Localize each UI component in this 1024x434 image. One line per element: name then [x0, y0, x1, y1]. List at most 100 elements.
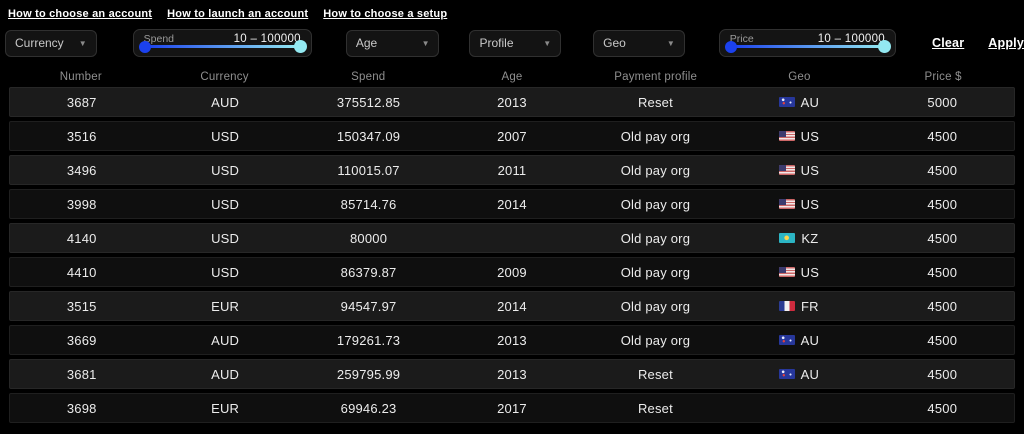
profile-dropdown-label: Profile [479, 36, 513, 50]
link-how-to-launch-account[interactable]: How to launch an account [167, 8, 308, 20]
geo-dropdown[interactable]: Geo ▼ [593, 30, 685, 57]
cell-number: 4140 [10, 231, 153, 246]
cell-payment-profile: Old pay org [584, 231, 727, 246]
price-slider-track[interactable] [732, 45, 883, 48]
cell-price: 4500 [871, 265, 1014, 280]
cell-price: 4500 [871, 367, 1014, 382]
cell-geo: AU [727, 333, 870, 348]
column-header: Spend [296, 71, 440, 83]
cell-geo: AU [727, 367, 870, 382]
geo-dropdown-label: Geo [603, 36, 626, 50]
cell-price: 4500 [871, 163, 1014, 178]
apply-filters-button[interactable]: Apply [988, 36, 1024, 50]
cell-age: 2007 [440, 129, 583, 144]
accounts-page: How to choose an account How to launch a… [0, 0, 1024, 434]
cell-geo: AU [727, 95, 870, 110]
spend-slider-range-value: 10 – 100000 [234, 33, 301, 45]
table-row[interactable]: 3681 AUD 259795.99 2013 Reset AU 4500 [9, 359, 1015, 389]
cell-payment-profile: Reset [584, 367, 727, 382]
cell-currency: USD [153, 163, 296, 178]
cell-currency: AUD [153, 95, 296, 110]
column-header: Price $ [871, 71, 1015, 83]
cell-price: 4500 [871, 299, 1014, 314]
clear-filters-button[interactable]: Clear [932, 36, 964, 50]
cell-spend: 86379.87 [297, 265, 440, 280]
cell-currency: EUR [153, 401, 296, 416]
cell-price: 5000 [871, 95, 1014, 110]
geo-code: AU [801, 367, 819, 382]
cell-spend: 179261.73 [297, 333, 440, 348]
geo-code: KZ [801, 231, 818, 246]
column-header: Currency [153, 71, 297, 83]
table-row[interactable]: 4410 USD 86379.87 2009 Old pay org US 45… [9, 257, 1015, 287]
cell-payment-profile: Reset [584, 401, 727, 416]
cell-currency: USD [153, 129, 296, 144]
cell-spend: 85714.76 [297, 197, 440, 212]
cell-number: 3687 [10, 95, 153, 110]
cell-payment-profile: Old pay org [584, 129, 727, 144]
cell-payment-profile: Old pay org [584, 163, 727, 178]
geo-code: US [801, 163, 819, 178]
table-row[interactable]: 3515 EUR 94547.97 2014 Old pay org FR 45… [9, 291, 1015, 321]
cell-age: 2011 [440, 163, 583, 178]
link-how-to-choose-setup[interactable]: How to choose a setup [323, 8, 447, 20]
country-flag-icon [779, 97, 795, 107]
cell-age: 2013 [440, 333, 583, 348]
cell-number: 3698 [10, 401, 153, 416]
cell-spend: 150347.09 [297, 129, 440, 144]
cell-payment-profile: Old pay org [584, 197, 727, 212]
filter-bar: Currency ▼ Spend 10 – 100000 Age ▼ Profi… [0, 29, 1024, 57]
column-header: Age [440, 71, 584, 83]
price-slider-max-handle[interactable] [878, 40, 891, 53]
cell-geo: FR [727, 299, 870, 314]
cell-geo: US [727, 163, 870, 178]
country-flag-icon [779, 199, 795, 209]
geo-code: AU [801, 333, 819, 348]
age-dropdown[interactable]: Age ▼ [346, 30, 440, 57]
cell-currency: USD [153, 231, 296, 246]
column-header: Number [9, 71, 153, 83]
cell-payment-profile: Old pay org [584, 333, 727, 348]
table-row[interactable]: 3496 USD 110015.07 2011 Old pay org US 4… [9, 155, 1015, 185]
price-range-slider[interactable]: Price 10 – 100000 [719, 29, 896, 57]
cell-currency: AUD [153, 333, 296, 348]
table-row[interactable]: 3687 AUD 375512.85 2013 Reset AU 5000 [9, 87, 1015, 117]
currency-dropdown[interactable]: Currency ▼ [5, 30, 97, 57]
spend-slider-max-handle[interactable] [294, 40, 307, 53]
currency-dropdown-label: Currency [15, 36, 64, 50]
table-row[interactable]: 4140 USD 80000 Old pay org KZ 4500 [9, 223, 1015, 253]
country-flag-icon [779, 165, 795, 175]
spend-slider-track[interactable] [146, 45, 299, 48]
cell-age: 2013 [440, 367, 583, 382]
cell-age: 2017 [440, 401, 583, 416]
age-dropdown-label: Age [356, 36, 377, 50]
cell-number: 3998 [10, 197, 153, 212]
cell-price: 4500 [871, 197, 1014, 212]
cell-age: 2009 [440, 265, 583, 280]
spend-slider-min-handle[interactable] [139, 41, 151, 53]
spend-range-slider[interactable]: Spend 10 – 100000 [133, 29, 312, 57]
table-row[interactable]: 3998 USD 85714.76 2014 Old pay org US 45… [9, 189, 1015, 219]
cell-spend: 94547.97 [297, 299, 440, 314]
cell-currency: USD [153, 265, 296, 280]
table-row[interactable]: 3516 USD 150347.09 2007 Old pay org US 4… [9, 121, 1015, 151]
cell-spend: 375512.85 [297, 95, 440, 110]
profile-dropdown[interactable]: Profile ▼ [469, 30, 561, 57]
country-flag-icon [779, 267, 795, 277]
help-links-row: How to choose an account How to launch a… [0, 0, 1024, 20]
cell-number: 3681 [10, 367, 153, 382]
geo-code: AU [801, 95, 819, 110]
cell-payment-profile: Old pay org [584, 265, 727, 280]
price-slider-min-handle[interactable] [725, 41, 737, 53]
accounts-table: NumberCurrencySpendAgePayment profileGeo… [0, 66, 1024, 423]
table-row[interactable]: 3698 EUR 69946.23 2017 Reset 4500 [9, 393, 1015, 423]
cell-spend: 110015.07 [297, 163, 440, 178]
cell-geo: US [727, 129, 870, 144]
country-flag-icon [779, 335, 795, 345]
table-row[interactable]: 3669 AUD 179261.73 2013 Old pay org AU 4… [9, 325, 1015, 355]
geo-code: US [801, 129, 819, 144]
column-header: Payment profile [584, 71, 728, 83]
link-how-to-choose-account[interactable]: How to choose an account [8, 8, 152, 20]
price-slider-range-value: 10 – 100000 [818, 33, 885, 45]
chevron-down-icon: ▼ [667, 39, 675, 48]
